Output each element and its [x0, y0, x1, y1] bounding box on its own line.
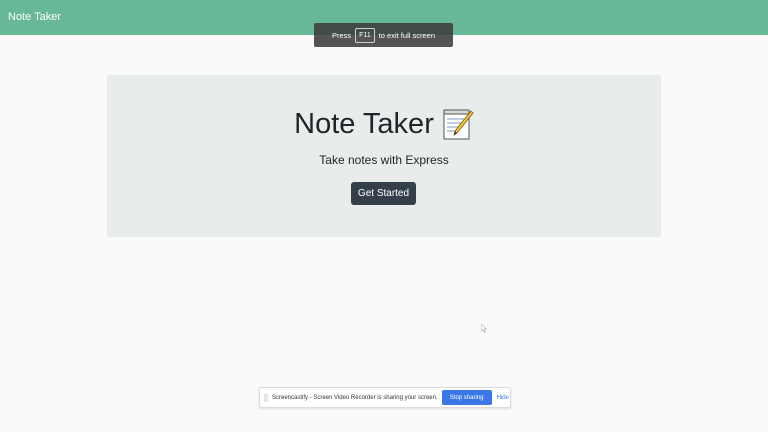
- hide-link[interactable]: Hide: [497, 395, 509, 401]
- toast-prefix: Press: [332, 30, 352, 40]
- share-message: Screencastify - Screen Video Recorder is…: [272, 394, 438, 401]
- drag-handle-icon[interactable]: [264, 393, 268, 402]
- jumbotron: Note Taker Take notes with Express Get S…: [107, 75, 661, 237]
- toast-suffix: to exit full screen: [378, 30, 435, 40]
- fullscreen-exit-toast: Press F11 to exit full screen: [314, 23, 453, 47]
- mouse-cursor-icon: [481, 324, 487, 333]
- navbar-brand[interactable]: Note Taker: [8, 10, 61, 24]
- f11-key: F11: [355, 27, 375, 43]
- hero-subtitle: Take notes with Express: [319, 153, 449, 167]
- screen-share-bar: Screencastify - Screen Video Recorder is…: [259, 387, 511, 408]
- page-title-text: Note Taker: [294, 108, 434, 140]
- memo-icon: [442, 107, 474, 141]
- get-started-button[interactable]: Get Started: [351, 182, 416, 205]
- page-title: Note Taker: [107, 105, 661, 143]
- stop-sharing-button[interactable]: Stop sharing: [441, 390, 492, 405]
